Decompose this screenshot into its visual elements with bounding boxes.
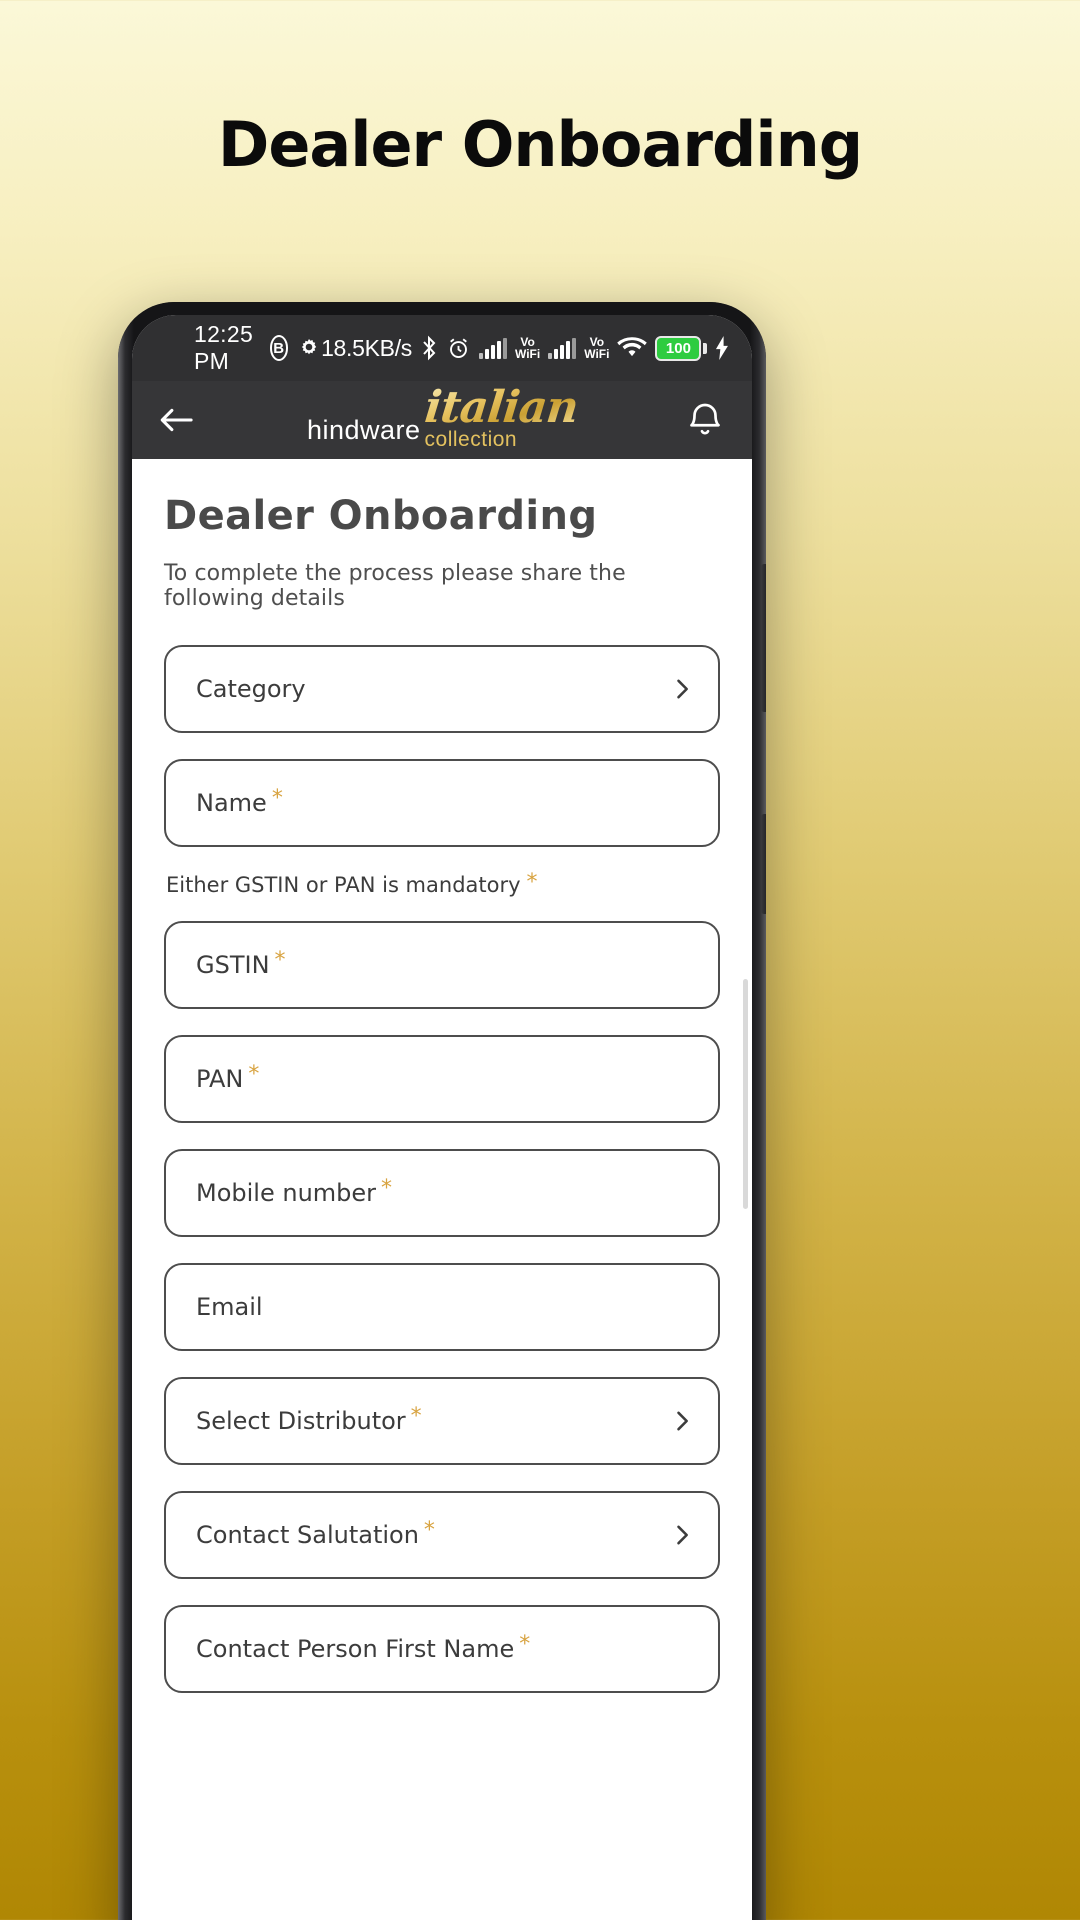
poster-title: Dealer Onboarding bbox=[217, 108, 863, 181]
logo-hindware-text: hindware bbox=[306, 415, 421, 445]
chevron-right-icon[interactable] bbox=[668, 1521, 696, 1549]
field-label-contact-salutation: Contact Salutation * bbox=[196, 1518, 435, 1550]
field-label-text: Select Distributor bbox=[196, 1407, 406, 1435]
status-bar-right: 18.5KB/s Vo WiFi Vo WiFi 100 bbox=[321, 335, 730, 362]
field-label-text: Contact Salutation bbox=[196, 1521, 419, 1549]
scrollbar-indicator[interactable] bbox=[743, 979, 748, 1209]
field-gstin[interactable]: GSTIN * bbox=[164, 921, 720, 1009]
field-contact-person-first-name[interactable]: Contact Person First Name * bbox=[164, 1605, 720, 1693]
page-subtitle: To complete the process please share the… bbox=[164, 561, 626, 611]
charging-bolt-icon bbox=[715, 336, 730, 360]
field-mobile-number[interactable]: Mobile number * bbox=[164, 1149, 720, 1237]
network-speed: 18.5KB/s bbox=[321, 334, 412, 361]
logo-italian-text: italian bbox=[421, 382, 580, 433]
battery-cap bbox=[703, 342, 708, 354]
gstin-pan-note-text: Either GSTIN or PAN is mandatory bbox=[166, 873, 521, 897]
battery-level: 100 bbox=[655, 335, 702, 361]
field-label-select-distributor: Select Distributor * bbox=[196, 1404, 422, 1436]
field-select-distributor[interactable]: Select Distributor * bbox=[164, 1377, 720, 1465]
field-category[interactable]: Category bbox=[164, 645, 720, 733]
notification-bell-icon[interactable] bbox=[684, 399, 726, 441]
status-bar: 12:25 PM B 18.5KB/s Vo WiFi Vo WiFi 100 bbox=[132, 315, 752, 381]
field-contact-salutation[interactable]: Contact Salutation * bbox=[164, 1491, 720, 1579]
required-asterisk: * bbox=[410, 1404, 422, 1429]
phone-screen: 12:25 PM B 18.5KB/s Vo WiFi Vo WiFi 100 … bbox=[132, 315, 752, 1920]
vowifi-label: Vo WiFi bbox=[515, 335, 541, 361]
battery-indicator: 100 bbox=[655, 335, 708, 361]
field-label-gstin: GSTIN * bbox=[196, 948, 286, 980]
field-label-email: Email bbox=[196, 1293, 263, 1321]
required-asterisk: * bbox=[381, 1176, 393, 1201]
chevron-right-icon[interactable] bbox=[668, 675, 696, 703]
power-button[interactable] bbox=[761, 814, 766, 914]
field-label-text: Email bbox=[196, 1293, 263, 1321]
phone-mockup: 12:25 PM B 18.5KB/s Vo WiFi Vo WiFi 100 … bbox=[118, 302, 766, 1920]
field-label-contact-person-first-name: Contact Person First Name * bbox=[196, 1632, 531, 1664]
field-name[interactable]: Name * bbox=[164, 759, 720, 847]
field-email[interactable]: Email bbox=[164, 1263, 720, 1351]
alarm-clock-icon bbox=[446, 336, 471, 361]
status-bar-left: 12:25 PM B bbox=[194, 321, 321, 375]
vowifi-label-2: Vo WiFi bbox=[584, 335, 610, 361]
page-content: Dealer Onboarding To complete the proces… bbox=[132, 459, 752, 1920]
field-label-pan: PAN * bbox=[196, 1062, 260, 1094]
required-asterisk: * bbox=[519, 1632, 531, 1657]
field-label-mobile-number: Mobile number * bbox=[196, 1176, 393, 1208]
gstin-pan-note: Either GSTIN or PAN is mandatory * bbox=[166, 870, 720, 898]
field-label-category: Category bbox=[196, 675, 306, 703]
signal-bars-icon-2 bbox=[548, 337, 577, 359]
logo-italian-collection: italian collection bbox=[421, 382, 580, 452]
app-bar: hindware italian collection bbox=[132, 381, 752, 459]
field-label-text: PAN bbox=[196, 1065, 244, 1093]
volume-button[interactable] bbox=[761, 564, 766, 712]
gear-icon bbox=[297, 336, 321, 360]
back-arrow-icon[interactable] bbox=[154, 398, 198, 442]
chevron-right-icon[interactable] bbox=[668, 1407, 696, 1435]
signal-bars-icon bbox=[479, 337, 507, 359]
field-label-text: Category bbox=[196, 675, 306, 703]
field-label-text: Mobile number bbox=[196, 1179, 377, 1207]
messaging-badge-icon: B bbox=[269, 335, 289, 361]
brand-logo: hindware italian collection bbox=[306, 382, 580, 452]
required-asterisk: * bbox=[423, 1518, 435, 1543]
field-label-text: Contact Person First Name bbox=[196, 1635, 515, 1663]
required-asterisk: * bbox=[248, 1062, 260, 1087]
required-asterisk: * bbox=[271, 786, 283, 811]
field-pan[interactable]: PAN * bbox=[164, 1035, 720, 1123]
field-label-name: Name * bbox=[196, 786, 283, 818]
status-time: 12:25 PM bbox=[194, 321, 254, 374]
field-label-text: GSTIN bbox=[196, 951, 270, 979]
wifi-icon bbox=[617, 336, 648, 360]
page-title: Dealer Onboarding bbox=[164, 493, 598, 539]
onboarding-form: Category Name * Either GSTIN or PAN is mand… bbox=[164, 645, 720, 1693]
required-asterisk: * bbox=[526, 870, 538, 895]
required-asterisk: * bbox=[274, 948, 286, 973]
bluetooth-icon bbox=[420, 335, 438, 361]
field-label-text: Name bbox=[196, 789, 267, 817]
